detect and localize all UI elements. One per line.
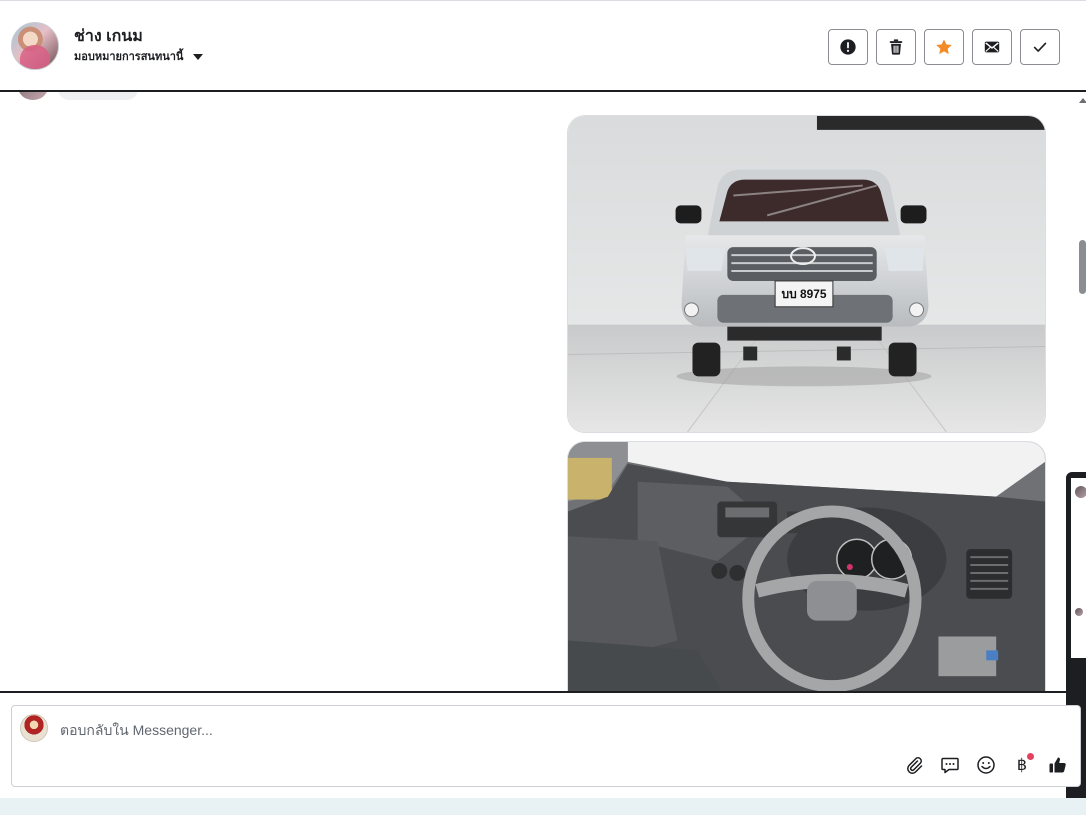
license-plate: บบ 8975 — [781, 287, 826, 301]
side-avatar-small-icon — [1075, 608, 1083, 616]
emoji-button[interactable] — [974, 753, 998, 777]
contact-name[interactable]: ช่าง เกนม — [74, 24, 143, 49]
payment-button[interactable]: ฿ — [1010, 753, 1034, 777]
scroll-up-arrow-icon[interactable] — [1079, 98, 1086, 103]
page-avatar — [20, 714, 48, 742]
delete-button[interactable] — [876, 29, 916, 65]
envelope-icon — [984, 41, 1000, 53]
reply-input[interactable] — [60, 719, 760, 741]
message-thread[interactable]: บบ 8975 — [0, 92, 1086, 693]
trash-icon — [889, 39, 903, 55]
composer-tools: ฿ — [902, 753, 1070, 777]
contact-avatar[interactable] — [11, 22, 59, 70]
attach-icon — [907, 757, 923, 774]
saved-reply-icon — [941, 757, 959, 774]
mark-done-button[interactable] — [1020, 29, 1060, 65]
mark-unread-button[interactable] — [972, 29, 1012, 65]
scrollbar-thumb[interactable] — [1079, 240, 1086, 294]
side-avatar-icon — [1075, 486, 1086, 498]
conversation-actions — [828, 29, 1060, 65]
sender-avatar — [18, 92, 48, 100]
payment-baht-icon: ฿ — [1016, 757, 1028, 774]
conversation-header: ช่าง เกนม มอบหมายการสนทนานี้ — [0, 0, 1086, 92]
image-attachment-car-interior[interactable] — [567, 441, 1046, 691]
check-icon — [1033, 42, 1047, 52]
caret-down-icon — [193, 54, 204, 60]
star-icon — [936, 39, 952, 55]
notification-dot — [1027, 753, 1034, 760]
car-front-photo: บบ 8975 — [568, 116, 1045, 432]
like-button[interactable] — [1046, 753, 1070, 777]
emoji-icon — [977, 756, 995, 774]
assign-conversation-dropdown[interactable]: มอบหมายการสนทนานี้ — [74, 47, 204, 65]
attach-button[interactable] — [902, 753, 926, 777]
car-interior-photo — [568, 442, 1045, 691]
side-chat-card — [1071, 478, 1086, 658]
saved-reply-button[interactable] — [938, 753, 962, 777]
mark-spam-button[interactable] — [828, 29, 868, 65]
like-icon — [1049, 757, 1066, 773]
alert-circle-icon — [840, 39, 856, 55]
reply-composer: ฿ — [11, 705, 1081, 787]
assign-label: มอบหมายการสนทนานี้ — [74, 51, 184, 63]
previous-message-bubble — [58, 92, 138, 100]
star-button[interactable] — [924, 29, 964, 65]
image-attachment-car-front[interactable]: บบ 8975 — [567, 115, 1046, 433]
bottom-bar — [0, 798, 1086, 815]
